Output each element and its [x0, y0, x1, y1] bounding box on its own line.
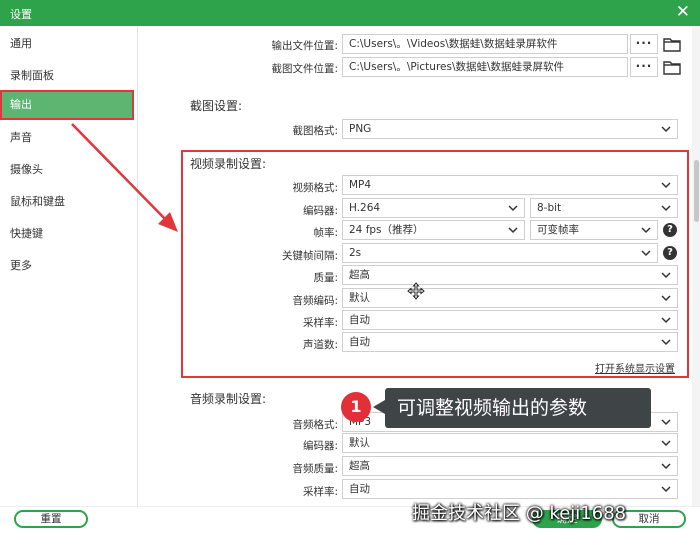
output-location-field[interactable]: C:\Users\。\Videos\数据蛙\数据蛙录屏软件 [342, 34, 628, 54]
audio-codec-label: 音频编码: [292, 295, 338, 307]
scrollbar-track[interactable] [692, 26, 700, 506]
reset-button[interactable]: 重置 [14, 510, 88, 528]
open-display-settings-link[interactable]: 打开系统显示设置 [595, 360, 675, 375]
sidebar-item-shortcuts[interactable]: 快捷键 [0, 219, 134, 249]
chevron-down-icon [661, 317, 671, 324]
arrowhead-icon [158, 212, 178, 232]
close-icon[interactable]: ✕ [676, 2, 690, 22]
channels-select[interactable]: 自动 [342, 332, 678, 352]
output-browse-button[interactable]: ··· [630, 34, 658, 54]
video-settings-title: 视频录制设置: [190, 157, 267, 171]
screenshot-format-value: PNG [349, 123, 372, 135]
keyframe-value: 2s [349, 247, 362, 259]
audio-codec-value: 默认 [349, 292, 370, 304]
help-icon[interactable]: ? [663, 223, 677, 237]
folder-icon[interactable] [662, 34, 682, 54]
audio-codec-select[interactable]: 默认 [342, 288, 678, 308]
chevron-down-icon [661, 419, 671, 426]
chevron-down-icon [641, 227, 651, 234]
output-location-label: 输出文件位置: [271, 40, 338, 52]
audio-sample-rate-label: 采样率: [302, 486, 338, 498]
move-cursor-icon [407, 282, 425, 300]
sidebar-item-recording-panel[interactable]: 录制面板 [0, 61, 134, 91]
framerate-mode-value: 可变帧率 [537, 224, 579, 236]
audio-settings-title: 音频录制设置: [190, 392, 267, 406]
keyframe-select[interactable]: 2s [342, 243, 658, 263]
framerate-value: 24 fps（推荐） [349, 224, 424, 236]
framerate-label: 帧率: [313, 227, 338, 239]
sidebar-item-more[interactable]: 更多 [0, 251, 134, 281]
audio-sample-rate-value: 自动 [349, 483, 370, 495]
channels-label: 声道数: [302, 339, 338, 351]
chevron-down-icon [661, 440, 671, 447]
annotation-number-badge: 1 [341, 392, 371, 422]
bitdepth-select[interactable]: 8-bit [530, 198, 678, 218]
video-format-select[interactable]: MP4 [342, 175, 678, 195]
folder-icon[interactable] [662, 57, 682, 77]
chevron-down-icon [508, 227, 518, 234]
chevron-down-icon [661, 295, 671, 302]
framerate-mode-select[interactable]: 可变帧率 [530, 220, 658, 240]
sidebar-item-mouse-keyboard[interactable]: 鼠标和键盘 [0, 187, 134, 217]
video-format-value: MP4 [349, 179, 372, 191]
screenshot-format-label: 截图格式: [292, 125, 338, 137]
chevron-down-icon [661, 463, 671, 470]
audio-quality-select[interactable]: 超高 [342, 456, 678, 476]
audio-encoder-label: 编码器: [302, 440, 338, 452]
audio-quality-label: 音频质量: [292, 463, 338, 475]
title-bar: 设置 ✕ [0, 0, 700, 26]
sample-rate-value: 自动 [349, 314, 370, 326]
audio-format-label: 音频格式: [292, 419, 338, 431]
audio-encoder-value: 默认 [349, 437, 370, 449]
window-title: 设置 [10, 8, 32, 21]
sidebar-divider [137, 26, 138, 506]
channels-value: 自动 [349, 336, 370, 348]
annotation-callout: 可调整视频输出的参数 [385, 388, 651, 428]
chevron-down-icon [661, 182, 671, 189]
encoder-label: 编码器: [302, 205, 338, 217]
chevron-down-icon [661, 272, 671, 279]
chevron-down-icon [661, 339, 671, 346]
scrollbar-thumb[interactable] [694, 160, 699, 222]
screenshot-browse-button[interactable]: ··· [630, 57, 658, 77]
encoder-value: H.264 [349, 202, 381, 214]
sidebar-item-general[interactable]: 通用 [0, 29, 134, 59]
sample-rate-select[interactable]: 自动 [342, 310, 678, 330]
screenshot-location-label: 截图文件位置: [271, 63, 338, 75]
screenshot-location-field[interactable]: C:\Users\。\Pictures\数据蛙\数据蛙录屏软件 [342, 57, 628, 77]
video-format-label: 视频格式: [292, 182, 338, 194]
callout-pointer [373, 400, 385, 414]
audio-quality-value: 超高 [349, 460, 370, 472]
help-icon[interactable]: ? [663, 246, 677, 260]
bitdepth-value: 8-bit [537, 202, 562, 214]
quality-label: 质量: [313, 272, 338, 284]
quality-value: 超高 [349, 269, 370, 281]
watermark: 掘金技术社区 @ keji1688 [412, 503, 627, 524]
screenshot-format-select[interactable]: PNG [342, 119, 678, 139]
encoder-select[interactable]: H.264 [342, 198, 525, 218]
chevron-down-icon [641, 250, 651, 257]
screenshot-settings-title: 截图设置: [190, 99, 243, 113]
chevron-down-icon [661, 486, 671, 493]
chevron-down-icon [661, 126, 671, 133]
chevron-down-icon [508, 205, 518, 212]
sidebar-item-sound[interactable]: 声音 [0, 123, 134, 153]
chevron-down-icon [661, 205, 671, 212]
keyframe-label: 关键帧间隔: [281, 250, 338, 262]
sample-rate-label: 采样率: [302, 317, 338, 329]
audio-encoder-select[interactable]: 默认 [342, 433, 678, 453]
audio-sample-rate-select[interactable]: 自动 [342, 479, 678, 499]
sidebar-item-camera[interactable]: 摄像头 [0, 155, 134, 185]
sidebar: 通用 录制面板 输出 声音 摄像头 鼠标和键盘 快捷键 更多 [0, 26, 137, 506]
framerate-select[interactable]: 24 fps（推荐） [342, 220, 525, 240]
quality-select[interactable]: 超高 [342, 265, 678, 285]
sidebar-item-output[interactable]: 输出 [0, 90, 134, 120]
